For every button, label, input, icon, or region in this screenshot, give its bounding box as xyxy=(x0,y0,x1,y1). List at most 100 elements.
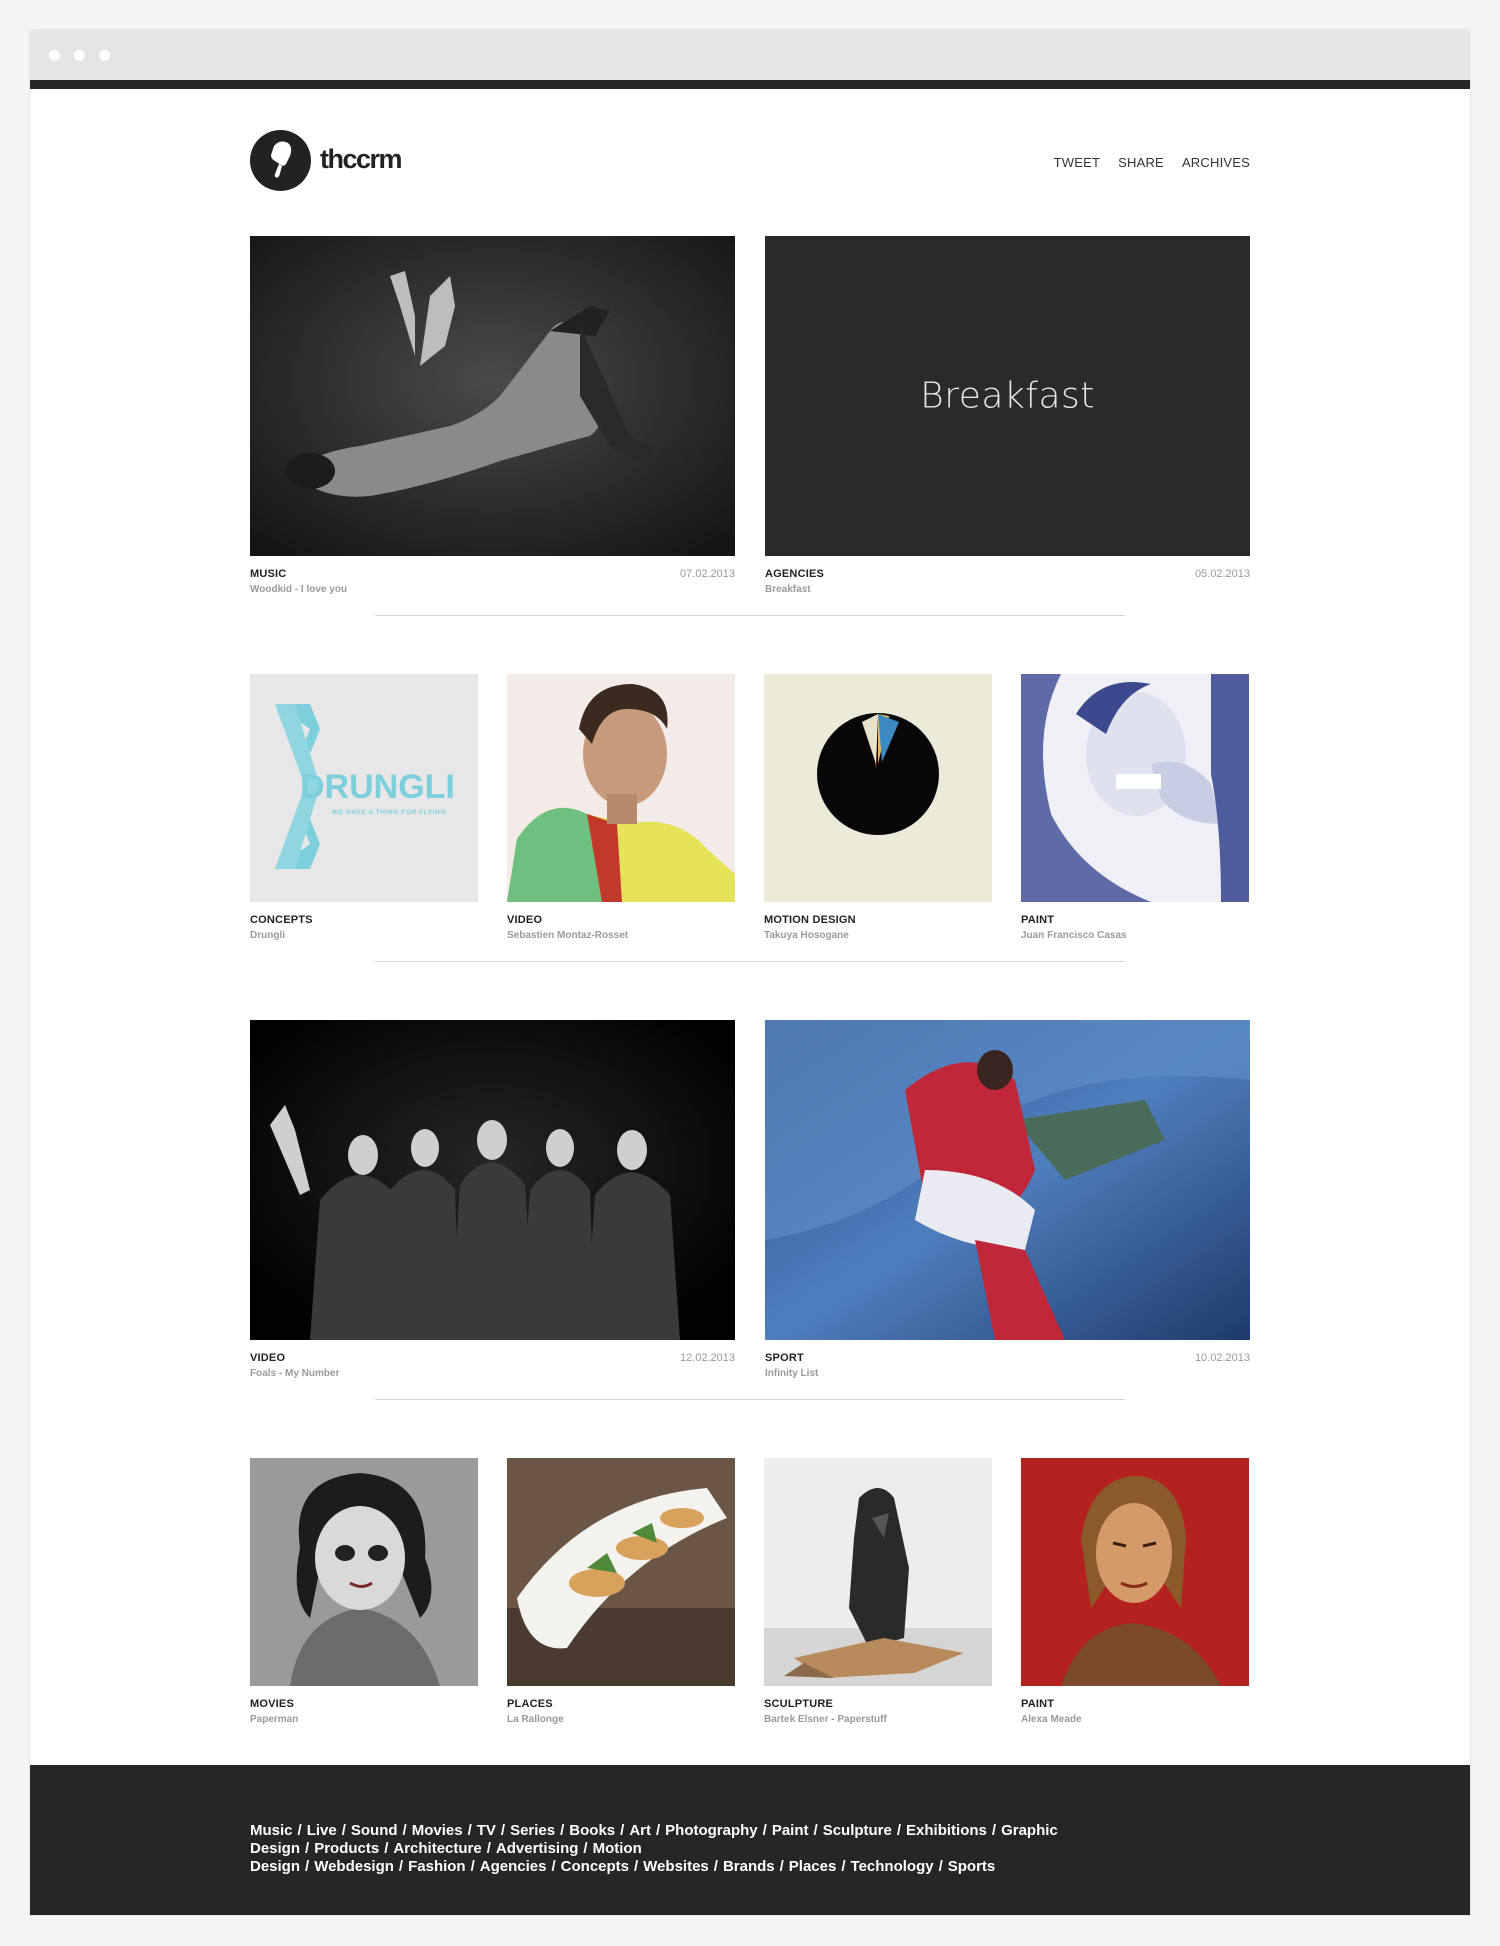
post-category[interactable]: MOVIES xyxy=(250,1698,478,1710)
footer-tag-link[interactable]: Sound xyxy=(351,1822,398,1839)
tag-separator: / xyxy=(341,1822,346,1839)
footer-tag-link[interactable]: Music xyxy=(250,1822,293,1839)
tag-separator: / xyxy=(896,1822,902,1839)
footer-tag-link[interactable]: Art xyxy=(629,1822,651,1839)
post-title[interactable]: Takuya Hosogane xyxy=(764,930,992,941)
archives-link[interactable]: ARCHIVES xyxy=(1182,155,1250,170)
post-image[interactable] xyxy=(250,1458,478,1686)
tag-separator: / xyxy=(384,1840,389,1857)
footer-tag-link[interactable]: Concepts xyxy=(561,1858,629,1875)
post-card[interactable]: PAINT Juan Francisco Casas xyxy=(1021,674,1249,941)
post-image[interactable]: Breakfast xyxy=(765,236,1250,556)
post-image[interactable] xyxy=(250,1020,735,1340)
post-card[interactable]: MOTION DESIGN Takuya Hosogane xyxy=(764,674,992,941)
tag-separator: / xyxy=(305,1840,310,1857)
post-title[interactable]: Paperman xyxy=(250,1714,478,1725)
site-name[interactable]: thccrm xyxy=(320,144,403,175)
footer-tag-link[interactable]: Books xyxy=(569,1822,615,1839)
footer-tag-link[interactable]: Advertising xyxy=(496,1840,579,1857)
post-card[interactable]: SPORT Infinity List 10.02.2013 xyxy=(765,1020,1250,1379)
post-card[interactable]: PAINT Alexa Meade xyxy=(1021,1458,1249,1725)
footer-tag-link[interactable]: Agencies xyxy=(480,1858,547,1875)
post-title[interactable]: Sebastien Montaz-Rosset xyxy=(507,930,735,941)
section-divider xyxy=(375,1399,1125,1400)
post-title[interactable]: Bartek Elsner - Paperstuff xyxy=(764,1714,992,1725)
footer-tag-link[interactable]: Architecture xyxy=(393,1840,481,1857)
footer-tag-link[interactable]: Places xyxy=(789,1858,837,1875)
post-category[interactable]: MOTION DESIGN xyxy=(764,914,992,926)
drungli-logo-text: DRUNGLI xyxy=(300,768,455,806)
post-title[interactable]: Woodkid - I love you xyxy=(250,584,735,595)
post-category[interactable]: PLACES xyxy=(507,1698,735,1710)
post-category[interactable]: SCULPTURE xyxy=(764,1698,992,1710)
post-category[interactable]: AGENCIES xyxy=(765,568,1250,580)
post-card[interactable]: MOVIES Paperman xyxy=(250,1458,478,1725)
footer-tag-link[interactable]: TV xyxy=(477,1822,496,1839)
post-title[interactable]: Infinity List xyxy=(765,1368,1250,1379)
post-title[interactable]: La Rallonge xyxy=(507,1714,735,1725)
footer-tag-link[interactable]: Photography xyxy=(665,1822,758,1839)
post-card[interactable]: Breakfast AGENCIES Breakfast 05.02.2013 xyxy=(765,236,1250,595)
tweet-link[interactable]: TWEET xyxy=(1054,155,1101,170)
tag-separator: / xyxy=(560,1822,565,1839)
popsicle-logo-icon[interactable] xyxy=(250,130,311,191)
post-image[interactable] xyxy=(1021,1458,1249,1686)
post-card[interactable]: PLACES La Rallonge xyxy=(507,1458,735,1725)
footer-tag-link[interactable]: Sculpture xyxy=(823,1822,892,1839)
post-card[interactable]: DRUNGLI WE HAVE A THING FOR FLYING CONCE… xyxy=(250,674,478,941)
post-meta: MOVIES Paperman xyxy=(250,1698,478,1725)
post-title[interactable]: Juan Francisco Casas xyxy=(1021,930,1249,941)
post-card[interactable]: MUSIC Woodkid - I love you 07.02.2013 xyxy=(250,236,735,595)
footer-tag-link[interactable]: Webdesign xyxy=(314,1858,394,1875)
footer-tag-link[interactable]: Technology xyxy=(851,1858,934,1875)
post-card[interactable]: VIDEO Foals - My Number 12.02.2013 xyxy=(250,1020,735,1379)
footer-tag-link[interactable]: Products xyxy=(314,1840,379,1857)
footer-tag-link[interactable]: Movies xyxy=(412,1822,463,1839)
post-card[interactable]: SCULPTURE Bartek Elsner - Paperstuff xyxy=(764,1458,992,1725)
post-category[interactable]: CONCEPTS xyxy=(250,914,478,926)
tag-separator: / xyxy=(402,1822,407,1839)
post-title[interactable]: Drungli xyxy=(250,930,478,941)
post-category[interactable]: VIDEO xyxy=(507,914,735,926)
section-divider xyxy=(375,961,1125,962)
post-category[interactable]: VIDEO xyxy=(250,1352,735,1364)
footer-tag-link[interactable]: Websites xyxy=(643,1858,709,1875)
post-image[interactable] xyxy=(764,674,992,902)
footer-tag-link[interactable]: Paint xyxy=(772,1822,809,1839)
browser-window: thccrm TWEET SHARE ARCHIVES MUSIC Woodki… xyxy=(30,30,1470,1915)
post-image[interactable] xyxy=(507,674,735,902)
post-title[interactable]: Foals - My Number xyxy=(250,1368,735,1379)
footer-tag-link[interactable]: Fashion xyxy=(408,1858,466,1875)
tag-separator: / xyxy=(620,1822,625,1839)
window-dot-icon[interactable] xyxy=(99,50,110,61)
tag-separator: / xyxy=(634,1858,639,1875)
post-title[interactable]: Breakfast xyxy=(765,584,1250,595)
post-image[interactable] xyxy=(764,1458,992,1686)
post-image[interactable] xyxy=(765,1020,1250,1340)
post-image[interactable] xyxy=(507,1458,735,1686)
post-category[interactable]: SPORT xyxy=(765,1352,1250,1364)
post-image[interactable]: DRUNGLI WE HAVE A THING FOR FLYING xyxy=(250,674,478,902)
footer-tag-link[interactable]: Series xyxy=(510,1822,555,1839)
tag-separator: / xyxy=(297,1822,302,1839)
footer-tag-link[interactable]: Sports xyxy=(948,1858,996,1875)
post-date: 07.02.2013 xyxy=(679,568,735,580)
post-meta: PAINT Juan Francisco Casas xyxy=(1021,914,1249,941)
post-meta: SPORT Infinity List 10.02.2013 xyxy=(765,1352,1250,1379)
window-dot-icon[interactable] xyxy=(74,50,85,61)
post-date: 05.02.2013 xyxy=(1194,568,1250,580)
post-category[interactable]: PAINT xyxy=(1021,1698,1249,1710)
post-date: 12.02.2013 xyxy=(679,1352,735,1364)
footer-tag-link[interactable]: Brands xyxy=(723,1858,775,1875)
post-title[interactable]: Alexa Meade xyxy=(1021,1714,1249,1725)
tag-separator: / xyxy=(305,1858,310,1875)
share-link[interactable]: SHARE xyxy=(1118,155,1164,170)
footer-tag-link[interactable]: Exhibitions xyxy=(906,1822,987,1839)
post-category[interactable]: MUSIC xyxy=(250,568,735,580)
post-image[interactable] xyxy=(1021,674,1249,902)
footer-tag-link[interactable]: Live xyxy=(307,1822,337,1839)
post-card[interactable]: VIDEO Sebastien Montaz-Rosset xyxy=(507,674,735,941)
window-dot-icon[interactable] xyxy=(49,50,60,61)
post-image[interactable] xyxy=(250,236,735,556)
post-category[interactable]: PAINT xyxy=(1021,914,1249,926)
